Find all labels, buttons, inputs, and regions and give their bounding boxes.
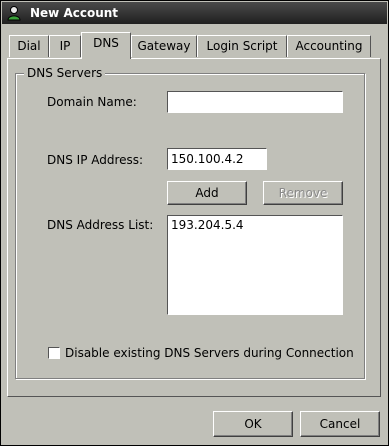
domain-name-label: Domain Name: [47, 95, 137, 109]
tab-dial[interactable]: Dial [9, 35, 49, 57]
tab-ip[interactable]: IP [49, 35, 81, 57]
tab-dns[interactable]: DNS [81, 32, 131, 59]
list-item[interactable]: 193.204.5.4 [171, 218, 339, 232]
dns-servers-group-label: DNS Servers [24, 66, 106, 80]
dns-address-list-label: DNS Address List: [47, 218, 154, 232]
tab-accounting[interactable]: Accounting [287, 35, 371, 57]
window-title: New Account [30, 6, 119, 20]
user-account-icon [7, 6, 21, 21]
disable-dns-checkbox[interactable] [48, 347, 60, 359]
new-account-dialog: New Account Dial IP DNS Gateway Login Sc… [0, 0, 389, 446]
cancel-button[interactable]: Cancel [300, 411, 380, 437]
tab-login-script[interactable]: Login Script [197, 35, 287, 57]
remove-button[interactable]: Remove [263, 181, 343, 205]
domain-name-field[interactable] [167, 91, 343, 113]
ok-button[interactable]: OK [213, 411, 293, 437]
add-button[interactable]: Add [167, 181, 247, 205]
tab-gateway[interactable]: Gateway [131, 35, 197, 57]
title-bar[interactable]: New Account [2, 2, 387, 24]
dns-ip-field[interactable] [167, 148, 267, 170]
dns-address-list[interactable]: 193.204.5.4 [167, 215, 343, 315]
disable-dns-checkbox-label[interactable]: Disable existing DNS Servers during Conn… [65, 346, 354, 360]
dns-ip-label: DNS IP Address: [47, 153, 144, 167]
